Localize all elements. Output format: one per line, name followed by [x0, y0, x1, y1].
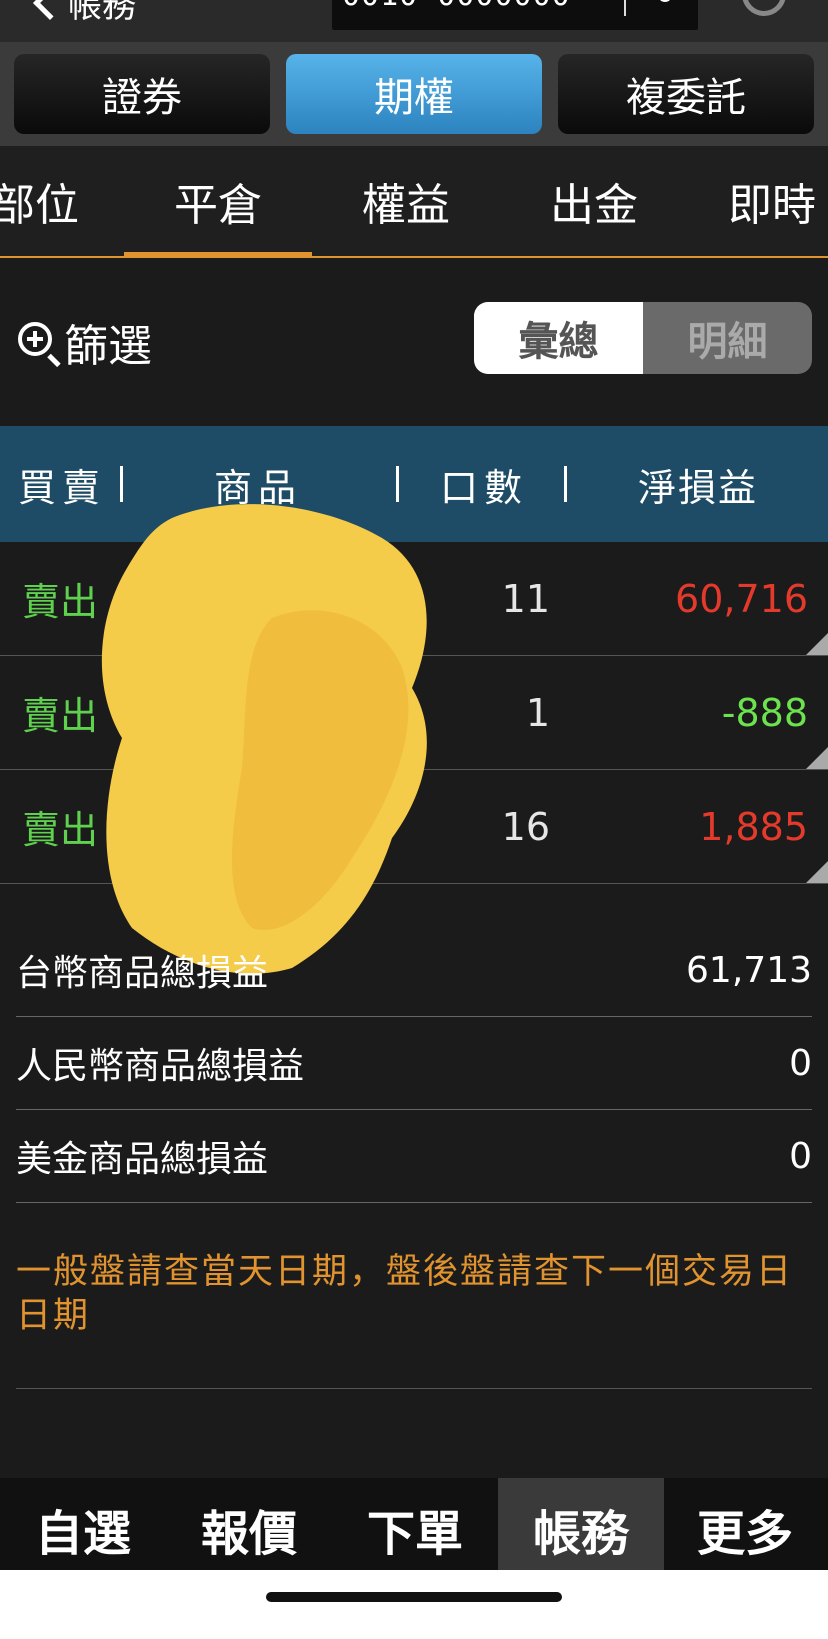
- top-nav: 帳務 0010 0000000: [0, 0, 828, 42]
- dropdown-icon: [660, 0, 670, 2]
- row-qty: 16: [501, 804, 550, 849]
- view-toggle: 彙總 明細: [474, 302, 812, 374]
- account-separator: [624, 0, 626, 16]
- column-net-pl: 淨損益: [638, 465, 759, 510]
- nav-quotes[interactable]: 報價: [166, 1478, 332, 1570]
- divider: [16, 1388, 812, 1389]
- tab-label: 即時: [728, 180, 816, 231]
- tab-realtime[interactable]: 即時: [728, 146, 828, 256]
- segment-options[interactable]: 期權: [286, 54, 542, 134]
- row-qty: 1: [525, 690, 550, 735]
- account-number: 0010 0000000: [342, 0, 571, 13]
- home-indicator[interactable]: [266, 1592, 562, 1602]
- tab-label: 出金: [550, 180, 638, 231]
- tab-equity[interactable]: 權益: [312, 146, 500, 256]
- chevron-left-icon: [33, 0, 67, 20]
- tab-label: 平倉: [174, 180, 262, 231]
- nav-watchlist[interactable]: 自選: [0, 1478, 166, 1570]
- summary-row-twd: 台幣商品總損益 61,713: [16, 924, 812, 1017]
- tab-withdraw[interactable]: 出金: [500, 146, 688, 256]
- account-tabs: 部位 平倉 權益 出金 即時: [0, 146, 828, 258]
- tab-label: 部位: [0, 180, 79, 231]
- column-divider: [564, 466, 567, 502]
- zoom-in-icon: [16, 320, 61, 368]
- toggle-detail[interactable]: 明細: [643, 302, 812, 374]
- row-net-pl: 60,716: [675, 576, 808, 621]
- bottom-nav: 自選 報價 下單 帳務 更多: [0, 1478, 828, 1570]
- date-notice: 一般盤請查當天日期，盤後盤請查下一個交易日日期: [16, 1252, 794, 1336]
- summary-row-cny: 人民幣商品總損益 0: [16, 1017, 812, 1110]
- nav-account[interactable]: 帳務: [498, 1478, 664, 1570]
- summary-value: 0: [789, 1042, 812, 1084]
- summary-label: 美金商品總損益: [16, 1139, 269, 1180]
- summary-row-usd: 美金商品總損益 0: [16, 1110, 812, 1203]
- tab-closed[interactable]: 平倉: [124, 146, 312, 258]
- row-net-pl: 1,885: [699, 804, 808, 849]
- segment-sub-brokerage[interactable]: 複委託: [558, 54, 814, 134]
- home-indicator-area: [0, 1570, 828, 1639]
- summary-value: 61,713: [686, 949, 812, 991]
- nav-more[interactable]: 更多: [662, 1478, 828, 1570]
- tab-positions[interactable]: 部位: [0, 146, 110, 256]
- market-segment-bar: 證券 期權 複委託: [0, 42, 828, 146]
- segment-securities[interactable]: 證券: [14, 54, 270, 134]
- redaction-smudge: [101, 504, 427, 974]
- column-divider: [120, 466, 123, 502]
- row-side: 賣出: [22, 808, 99, 852]
- column-divider: [396, 466, 399, 502]
- summary-label: 台幣商品總損益: [16, 953, 269, 994]
- column-qty: 口數: [440, 465, 529, 510]
- back-button[interactable]: 帳務: [33, 0, 136, 27]
- row-qty: 11: [501, 576, 550, 621]
- summary-value: 0: [789, 1135, 812, 1177]
- filter-label: 篩選: [64, 321, 152, 372]
- refresh-icon[interactable]: [742, 0, 786, 16]
- row-net-pl: -888: [721, 690, 808, 735]
- account-selector[interactable]: 0010 0000000: [332, 0, 698, 30]
- row-side: 賣出: [22, 694, 99, 738]
- nav-order[interactable]: 下單: [332, 1478, 498, 1570]
- toggle-summary[interactable]: 彙總: [474, 302, 643, 374]
- filter-row: 篩選 彙總 明細: [0, 258, 828, 426]
- summary-label: 人民幣商品總損益: [16, 1046, 305, 1087]
- tab-label: 權益: [362, 180, 450, 231]
- back-label: 帳務: [68, 0, 136, 26]
- row-expand-indicator: [806, 747, 828, 769]
- row-side: 賣出: [22, 580, 99, 624]
- row-expand-indicator: [806, 861, 828, 883]
- filter-button[interactable]: 篩選: [16, 310, 152, 374]
- row-expand-indicator: [806, 633, 828, 655]
